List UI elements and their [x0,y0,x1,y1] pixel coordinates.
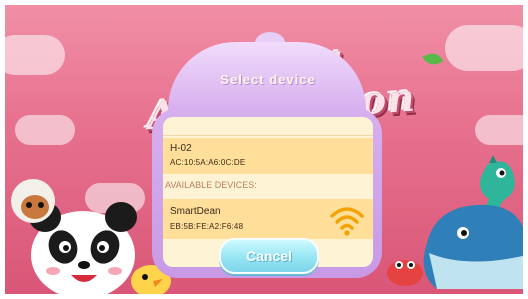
sheep-character [11,179,55,223]
cloud-decoration [475,115,523,145]
divider [163,135,373,136]
device-mac: EB:5B:FE:A2:F6:48 [170,222,244,231]
wifi-icon [330,207,364,236]
paired-device-row[interactable]: H-02 AC:10:5A:A6:0C:DE [163,138,373,174]
cloud-decoration [15,115,75,145]
dialog-title: Select device [220,72,316,87]
crab-character [387,260,423,286]
available-devices-label: AVAILABLE DEVICES: [165,180,257,190]
cloud-decoration [5,35,65,75]
cancel-button[interactable]: Cancel [219,238,319,274]
cloud-decoration [445,25,523,71]
device-name: H-02 [170,143,192,154]
whale-character [423,204,523,289]
device-mac: AC:10:5A:A6:0C:DE [170,158,246,167]
device-name: SmartDean [170,206,221,217]
